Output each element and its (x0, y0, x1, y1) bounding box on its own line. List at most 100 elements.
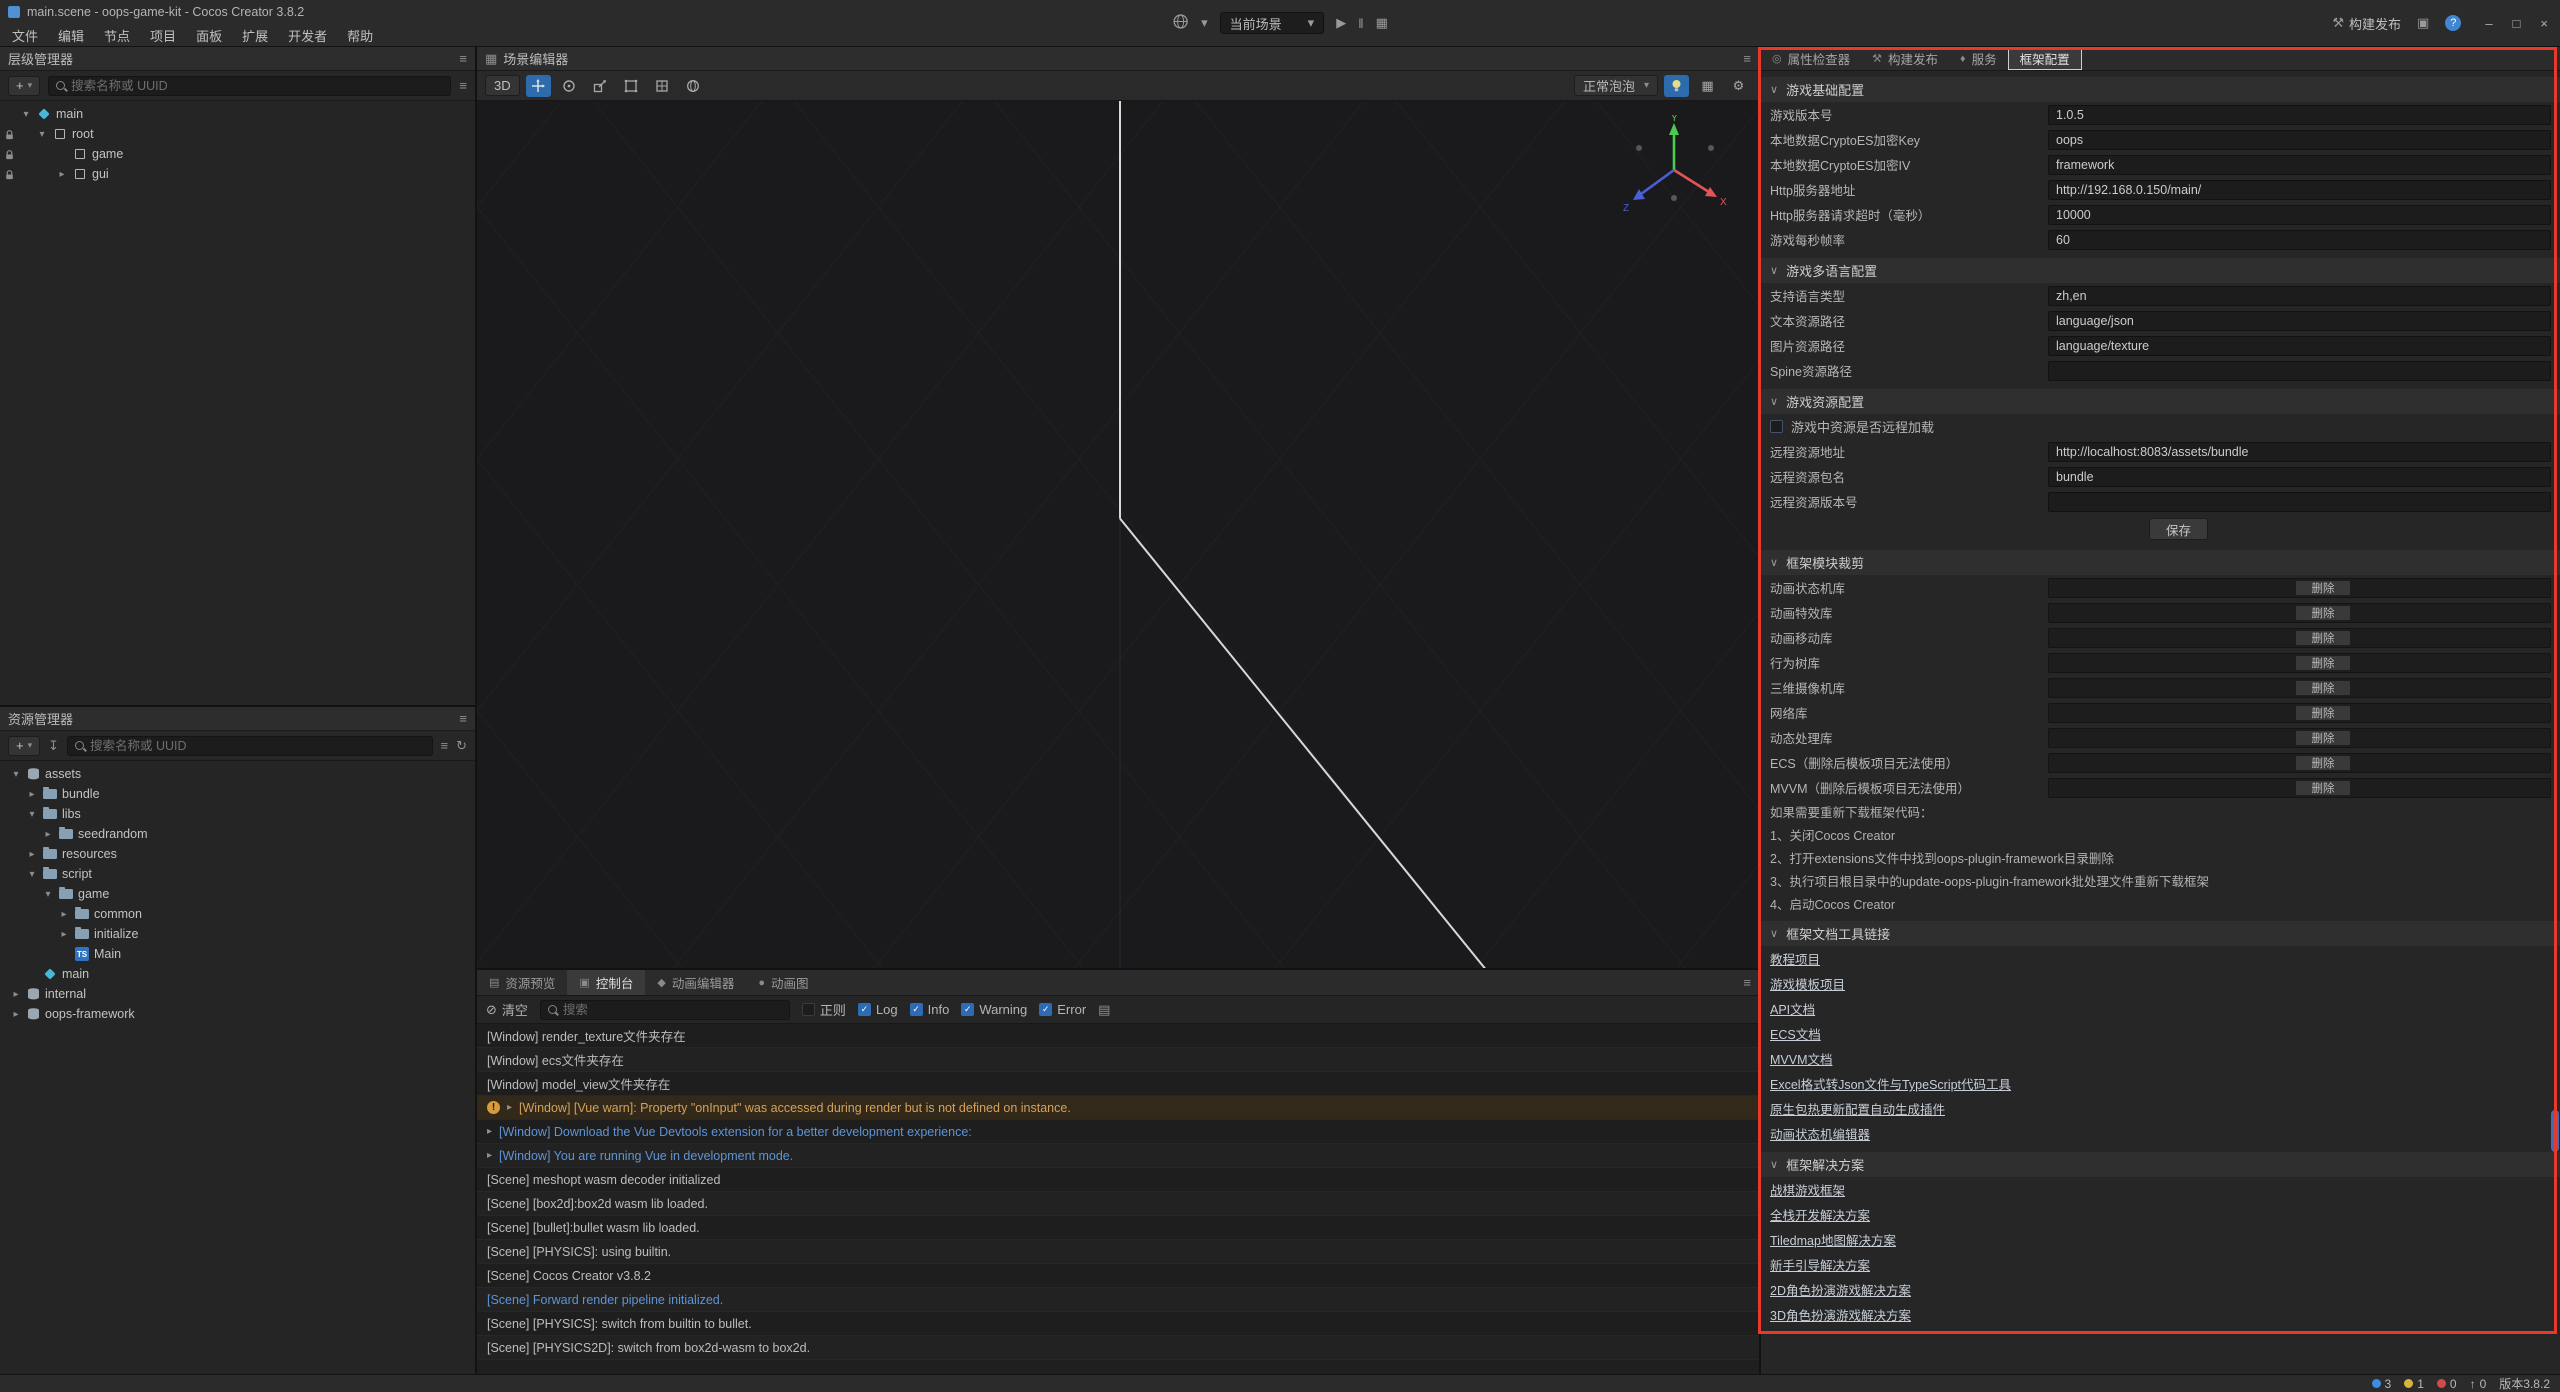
filter-warning[interactable]: ✓ Warning (961, 1002, 1027, 1017)
menu-file[interactable]: 文件 (2, 26, 48, 45)
play-button[interactable]: ▶ (1336, 15, 1346, 31)
status-upload-count[interactable]: ↑ 0 (2470, 1377, 2487, 1391)
expand-arrow-icon[interactable]: ▾ (26, 809, 38, 820)
crypto-iv-input[interactable] (2048, 155, 2551, 175)
hierarchy-search[interactable] (48, 76, 451, 96)
panel-menu-icon[interactable]: ≡ (459, 51, 467, 66)
expand-arrow-icon[interactable]: ▸ (487, 1126, 492, 1137)
scrollbar-thumb[interactable] (2551, 1110, 2559, 1152)
mode-3d-toggle[interactable]: 3D (485, 75, 520, 96)
http-timeout-input[interactable] (2048, 205, 2551, 225)
axis-gizmo[interactable]: Y X Z (1621, 115, 1731, 225)
scene-grid-icon[interactable]: ▦ (1695, 75, 1720, 97)
lock-icon[interactable] (5, 129, 14, 143)
hierarchy-node-main[interactable]: ▾ main (0, 104, 475, 124)
asset-node-main-scene[interactable]: main (0, 964, 475, 984)
log-row[interactable]: [Window] render_texture文件夹存在 (477, 1024, 1759, 1048)
expand-arrow-icon[interactable]: ▸ (26, 789, 38, 800)
assets-search-input[interactable] (90, 739, 424, 753)
section-doc-links[interactable]: ∨ 框架文档工具链接 (1761, 921, 2560, 946)
doc-link[interactable]: Excel格式转Json文件与TypeScript代码工具 (1770, 1074, 2011, 1093)
expand-arrow-icon[interactable]: ▸ (42, 829, 54, 840)
asset-node-libs[interactable]: ▾ libs (0, 804, 475, 824)
collapse-logs-icon[interactable]: ▤ (1098, 1002, 1110, 1018)
expand-arrow-icon[interactable]: ▾ (42, 889, 54, 900)
menu-help[interactable]: 帮助 (337, 26, 383, 45)
expand-arrow-icon[interactable]: ▸ (26, 849, 38, 860)
asset-node-initialize[interactable]: ▸ initialize (0, 924, 475, 944)
tab-animation-editor[interactable]: ◆ 动画编辑器 (645, 970, 746, 995)
status-info-count[interactable]: 3 (2372, 1377, 2392, 1391)
hierarchy-node-game[interactable]: game (0, 144, 475, 164)
tab-animation-graph[interactable]: ● 动画图 (746, 970, 820, 995)
move-tool-icon[interactable] (526, 75, 551, 97)
filter-icon[interactable]: ≡ (459, 78, 467, 93)
remote-url-input[interactable] (2048, 442, 2551, 462)
sort-icon[interactable]: ≡ (441, 738, 449, 753)
status-warning-count[interactable]: 1 (2404, 1377, 2424, 1391)
solution-link[interactable]: 2D角色扮演游戏解决方案 (1770, 1280, 1911, 1299)
remote-version-input[interactable] (2048, 492, 2551, 512)
solution-link[interactable]: 新手引导解决方案 (1770, 1255, 1870, 1274)
refresh-icon[interactable]: ↻ (456, 738, 467, 754)
asset-node-seedrandom[interactable]: ▸ seedrandom (0, 824, 475, 844)
delete-button[interactable]: 删除 (2295, 580, 2351, 596)
tab-build-publish[interactable]: ⚒ 构建发布 (1861, 47, 1949, 70)
clear-console-button[interactable]: ⊘ 清空 (486, 1000, 528, 1019)
log-row[interactable]: [Window] model_view文件夹存在 (477, 1072, 1759, 1096)
transform-tool-icon[interactable] (650, 75, 675, 97)
lock-icon[interactable] (5, 149, 14, 163)
build-publish-button[interactable]: ⚒ 构建发布 (2332, 14, 2401, 33)
delete-button[interactable]: 删除 (2295, 755, 2351, 771)
filter-regex[interactable]: 正则 (802, 1000, 846, 1019)
tab-asset-preview[interactable]: ▤ 资源预览 (477, 970, 567, 995)
doc-link[interactable]: 游戏模板项目 (1770, 974, 1845, 993)
expand-arrow-icon[interactable]: ▾ (26, 869, 38, 880)
expand-arrow-icon[interactable]: ▸ (487, 1150, 492, 1161)
filter-info[interactable]: ✓ Info (910, 1002, 950, 1017)
log-row-info[interactable]: ▸ [Window] Download the Vue Devtools ext… (477, 1120, 1759, 1144)
help-icon[interactable]: ? (2445, 15, 2461, 31)
create-asset-button[interactable]: + ▾ (8, 736, 40, 756)
log-row[interactable]: [Scene] [bullet]:bullet wasm lib loaded. (477, 1216, 1759, 1240)
expand-arrow-icon[interactable]: ▸ (56, 169, 68, 180)
tab-service[interactable]: ♦ 服务 (1949, 47, 2008, 70)
log-row[interactable]: [Scene] Cocos Creator v3.8.2 (477, 1264, 1759, 1288)
tab-framework-config[interactable]: 框架配置 (2008, 47, 2082, 70)
log-row[interactable]: [Scene] [PHYSICS]: using builtin. (477, 1240, 1759, 1264)
lock-icon[interactable] (5, 169, 14, 183)
pause-button[interactable]: ‖ (1358, 16, 1363, 31)
menu-node[interactable]: 节点 (94, 26, 140, 45)
text-res-path-input[interactable] (2048, 311, 2551, 331)
rect-tool-icon[interactable] (619, 75, 644, 97)
minimize-button[interactable]: – (2485, 16, 2492, 31)
hierarchy-node-root[interactable]: ▾ root (0, 124, 475, 144)
snap-tool-icon[interactable] (681, 75, 706, 97)
spine-res-path-input[interactable] (2048, 361, 2551, 381)
menu-extension[interactable]: 扩展 (232, 26, 278, 45)
remote-bundle-input[interactable] (2048, 467, 2551, 487)
delete-button[interactable]: 删除 (2295, 680, 2351, 696)
delete-button[interactable]: 删除 (2295, 630, 2351, 646)
fps-input[interactable] (2048, 230, 2551, 250)
asset-node-common[interactable]: ▸ common (0, 904, 475, 924)
delete-button[interactable]: 删除 (2295, 780, 2351, 796)
filter-log[interactable]: ✓ Log (858, 1002, 898, 1017)
menu-panel[interactable]: 面板 (186, 26, 232, 45)
expand-arrow-icon[interactable]: ▸ (58, 909, 70, 920)
log-row[interactable]: [Scene] meshopt wasm decoder initialized (477, 1168, 1759, 1192)
section-language-config[interactable]: ∨ 游戏多语言配置 (1761, 258, 2560, 283)
menu-project[interactable]: 项目 (140, 26, 186, 45)
solution-link[interactable]: 3D角色扮演游戏解决方案 (1770, 1305, 1911, 1324)
rotate-tool-icon[interactable] (557, 75, 582, 97)
image-res-path-input[interactable] (2048, 336, 2551, 356)
crypto-key-input[interactable] (2048, 130, 2551, 150)
asset-node-internal[interactable]: ▸ internal (0, 984, 475, 1004)
scale-tool-icon[interactable] (588, 75, 613, 97)
doc-link[interactable]: MVVM文档 (1770, 1049, 1833, 1068)
asset-node-script[interactable]: ▾ script (0, 864, 475, 884)
solution-link[interactable]: 全栈开发解决方案 (1770, 1205, 1870, 1224)
solution-link[interactable]: Tiledmap地图解决方案 (1770, 1230, 1896, 1249)
scene-light-icon[interactable] (1664, 75, 1689, 97)
assets-search[interactable] (67, 736, 432, 756)
